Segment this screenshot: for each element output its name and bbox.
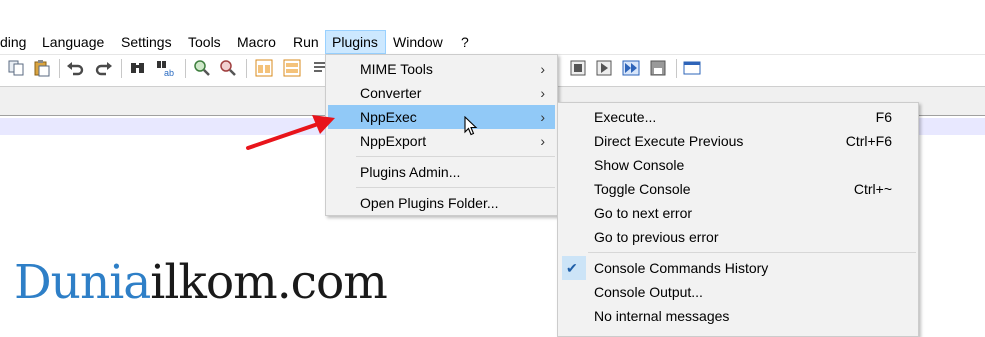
toolbar-separator — [185, 59, 186, 78]
shortcut-label: F6 — [875, 109, 892, 125]
menu-separator — [356, 187, 555, 188]
menu-item-execute[interactable]: Execute... F6 — [560, 105, 916, 129]
menu-item-plugins-admin[interactable]: Plugins Admin... — [328, 160, 555, 184]
copy-icon[interactable] — [7, 59, 25, 77]
menu-item-no-internal-messages[interactable]: No internal messages — [560, 304, 916, 328]
menu-macro[interactable]: Macro — [237, 30, 276, 54]
menu-item-mime-tools[interactable]: MIME Tools › — [328, 57, 555, 81]
menu-separator — [356, 156, 555, 157]
checkmark-icon: ✔ — [566, 260, 578, 276]
shortcut-label: Ctrl+F6 — [845, 133, 892, 149]
menu-encoding[interactable]: ding — [0, 30, 26, 54]
menu-window[interactable]: Window — [393, 30, 443, 54]
sync-v-icon[interactable] — [255, 59, 273, 77]
menu-item-nppexec[interactable]: NppExec › — [328, 105, 555, 129]
plugins-menu: MIME Tools › Converter › NppExec › NppEx… — [325, 54, 558, 216]
shortcut-label: Ctrl+~ — [853, 181, 892, 197]
chevron-right-icon: › — [540, 109, 545, 125]
save-macro-icon[interactable] — [649, 59, 667, 77]
menu-item-show-console[interactable]: Show Console — [560, 153, 916, 177]
svg-text:ab: ab — [164, 68, 174, 77]
menu-bar: ding Language Settings Tools Macro Run P… — [0, 30, 985, 54]
red-arrow-annotation — [246, 115, 335, 150]
window-top-area — [0, 0, 985, 30]
nppexec-submenu: Execute... F6 Direct Execute Previous Ct… — [557, 102, 919, 337]
menu-run[interactable]: Run — [293, 30, 319, 54]
zoom-in-icon[interactable] — [193, 59, 211, 77]
redo-icon[interactable] — [95, 59, 113, 77]
site-watermark: Duniailkom.com — [14, 255, 388, 310]
menu-settings[interactable]: Settings — [121, 30, 172, 54]
run-macro-multiple-icon[interactable] — [622, 59, 640, 77]
toolbar-separator — [59, 59, 60, 78]
replace-icon[interactable]: ab — [156, 59, 174, 77]
undo-icon[interactable] — [66, 59, 84, 77]
menu-item-nppexport[interactable]: NppExport › — [328, 129, 555, 153]
menu-item-console-output[interactable]: Console Output... — [560, 280, 916, 304]
sync-h-icon[interactable] — [283, 59, 301, 77]
menu-item-direct-execute-previous[interactable]: Direct Execute Previous Ctrl+F6 — [560, 129, 916, 153]
chevron-right-icon: › — [540, 133, 545, 149]
menu-language[interactable]: Language — [42, 30, 104, 54]
menu-item-converter[interactable]: Converter › — [328, 81, 555, 105]
paste-icon[interactable] — [33, 59, 51, 77]
zoom-out-icon[interactable] — [219, 59, 237, 77]
play-macro-icon[interactable] — [595, 59, 613, 77]
menu-plugins[interactable]: Plugins — [325, 30, 386, 54]
menu-item-toggle-console[interactable]: Toggle Console Ctrl+~ — [560, 177, 916, 201]
chevron-right-icon: › — [540, 85, 545, 101]
menu-item-console-commands-history[interactable]: ✔ Console Commands History — [560, 256, 916, 280]
toolbar-separator — [121, 59, 122, 78]
toolbar-separator — [676, 59, 677, 78]
menu-item-go-to-next-error[interactable]: Go to next error — [560, 201, 916, 225]
stop-record-icon[interactable] — [569, 59, 587, 77]
find-icon[interactable] — [129, 59, 147, 77]
menu-separator — [588, 252, 916, 253]
menu-item-open-plugins-folder[interactable]: Open Plugins Folder... — [328, 191, 555, 215]
toolbar-separator — [246, 59, 247, 78]
menu-item-go-to-previous-error[interactable]: Go to previous error — [560, 225, 916, 249]
menu-help[interactable]: ? — [461, 30, 469, 54]
mouse-pointer-icon — [464, 116, 478, 136]
chevron-right-icon: › — [540, 61, 545, 77]
menu-tools[interactable]: Tools — [188, 30, 221, 54]
console-icon[interactable] — [683, 59, 701, 77]
